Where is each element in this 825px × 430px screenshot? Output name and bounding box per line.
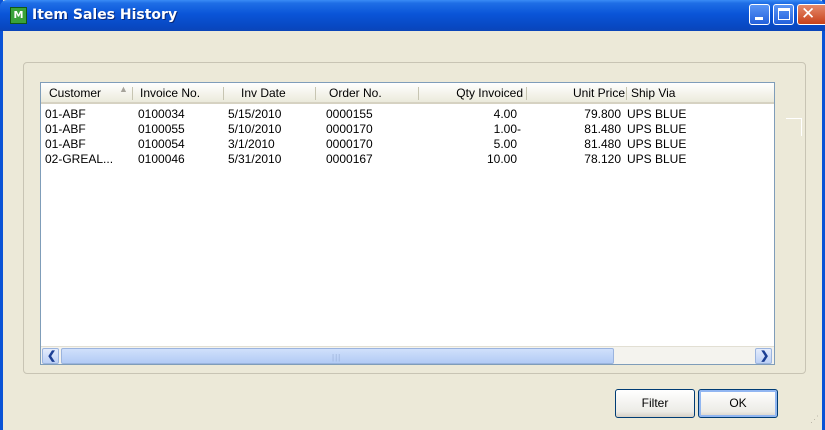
column-header-order-no[interactable]: Order No. (329, 83, 382, 103)
column-divider[interactable] (315, 87, 316, 100)
cell-invoice-no: 0100055 (138, 122, 185, 136)
side-panel-stub (786, 118, 802, 136)
cell-order-no: 0000155 (326, 107, 373, 121)
minimize-icon (755, 17, 763, 20)
chevron-left-icon: ❮ (47, 350, 57, 362)
ok-button[interactable]: OK (698, 389, 778, 418)
cell-customer: 02-GREAL... (45, 152, 114, 166)
column-header-customer[interactable]: Customer (49, 83, 101, 103)
sales-history-list[interactable]: Customer ▲ Invoice No. Inv Date Order No… (40, 82, 775, 365)
list-header: Customer ▲ Invoice No. Inv Date Order No… (41, 83, 774, 104)
cell-customer: 01-ABF (45, 122, 86, 136)
cell-order-no: 0000170 (326, 122, 373, 136)
table-row[interactable]: 01-ABF 0100055 5/10/2010 0000170 1.00- 8… (41, 122, 774, 137)
cell-inv-date: 5/15/2010 (228, 107, 282, 121)
cell-customer: 01-ABF (45, 107, 86, 121)
table-row[interactable]: 01-ABF 0100054 3/1/2010 0000170 5.00 81.… (41, 137, 774, 152)
table-row[interactable]: 02-GREAL... 0100046 5/31/2010 0000167 10… (41, 152, 774, 167)
column-header-qty-invoiced[interactable]: Qty Invoiced (421, 83, 523, 103)
chevron-right-icon: ❯ (760, 350, 770, 362)
column-divider[interactable] (626, 87, 627, 100)
scroll-left-button[interactable]: ❮ (42, 348, 59, 364)
column-divider[interactable] (223, 87, 224, 100)
table-row[interactable]: 01-ABF 0100034 5/15/2010 0000155 4.00 79… (41, 107, 774, 122)
cell-unit-price: 79.800 (584, 107, 621, 121)
cell-inv-date: 5/10/2010 (228, 122, 282, 136)
close-icon: ✕ (801, 4, 816, 24)
cell-ship-via: UPS BLUE (627, 122, 687, 136)
app-icon: M (10, 7, 27, 24)
cell-ship-via: UPS BLUE (627, 152, 687, 166)
cell-qty-invoiced: 4.00 (493, 107, 517, 121)
column-header-invoice-no[interactable]: Invoice No. (140, 83, 200, 103)
column-divider[interactable] (418, 87, 419, 100)
cell-invoice-no: 0100054 (138, 137, 185, 151)
horizontal-scrollbar[interactable]: ❮ ||| ❯ (41, 346, 774, 364)
resize-grip-icon[interactable]: ⋰ (810, 414, 819, 425)
maximize-button[interactable] (773, 4, 794, 25)
cell-qty-invoiced: 5.00 (493, 137, 517, 151)
scroll-right-button[interactable]: ❯ (755, 348, 772, 364)
cell-qty-invoiced: 1.00- (493, 122, 521, 136)
column-divider[interactable] (526, 87, 527, 100)
cell-unit-price: 78.120 (584, 152, 621, 166)
cell-invoice-no: 0100034 (138, 107, 185, 121)
close-button[interactable]: ✕ (797, 4, 825, 25)
cell-qty-invoiced: 10.00 (486, 152, 517, 166)
cell-order-no: 0000170 (326, 137, 373, 151)
cell-unit-price: 81.480 (584, 137, 621, 151)
column-header-inv-date[interactable]: Inv Date (241, 83, 286, 103)
cell-order-no: 0000167 (326, 152, 373, 166)
filter-button[interactable]: Filter (615, 389, 695, 418)
sort-ascending-icon: ▲ (119, 84, 128, 94)
cell-customer: 01-ABF (45, 137, 86, 151)
maximize-icon (778, 8, 790, 20)
column-divider[interactable] (132, 87, 133, 100)
cell-ship-via: UPS BLUE (627, 107, 687, 121)
window-title: Item Sales History (32, 7, 178, 23)
grip-icon: ||| (332, 353, 342, 362)
cell-ship-via: UPS BLUE (627, 137, 687, 151)
cell-inv-date: 5/31/2010 (228, 152, 282, 166)
column-header-ship-via[interactable]: Ship Via (631, 83, 675, 103)
title-bar[interactable]: M Item Sales History ✕ (0, 0, 825, 31)
cell-inv-date: 3/1/2010 (228, 137, 275, 151)
cell-invoice-no: 0100046 (138, 152, 185, 166)
scrollbar-thumb[interactable]: ||| (61, 348, 614, 364)
cell-unit-price: 81.480 (584, 122, 621, 136)
column-header-unit-price[interactable]: Unit Price (529, 83, 625, 103)
minimize-button[interactable] (749, 4, 770, 25)
